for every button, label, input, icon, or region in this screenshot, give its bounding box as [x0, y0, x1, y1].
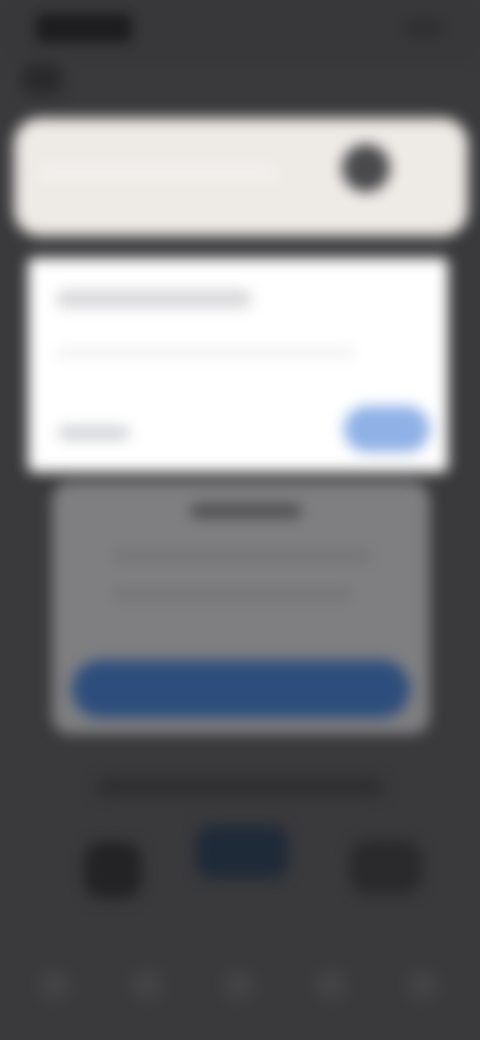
dialog-cta-text	[72, 660, 410, 718]
nav-icon-1[interactable]	[40, 970, 70, 1000]
back-arrow-icon[interactable]	[22, 64, 62, 94]
status-time-text	[36, 14, 132, 42]
underlined-link-text	[96, 778, 384, 796]
nav-icon-4[interactable]	[316, 970, 346, 1000]
card-body-text-content	[56, 348, 356, 358]
center-action-icon[interactable]	[196, 826, 288, 878]
right-action-icon[interactable]	[350, 840, 422, 894]
dialog-text-1	[112, 552, 372, 560]
dialog-text-2	[112, 590, 352, 598]
nav-icon-3[interactable]	[224, 970, 254, 1000]
card-pill-text	[344, 406, 430, 452]
bottom-nav-bar	[0, 930, 480, 1040]
left-action-icon[interactable]	[84, 842, 142, 898]
status-indicators-text	[404, 22, 444, 34]
card-label-text	[58, 426, 130, 440]
nav-icon-2[interactable]	[132, 970, 162, 1000]
blurred-screen	[0, 0, 480, 1040]
card-title-text	[56, 290, 252, 308]
dialog-heading-text	[190, 504, 302, 518]
nav-icon-5[interactable]	[408, 970, 438, 1000]
account-avatar-icon[interactable]	[342, 144, 390, 192]
search-placeholder-text	[38, 166, 278, 180]
